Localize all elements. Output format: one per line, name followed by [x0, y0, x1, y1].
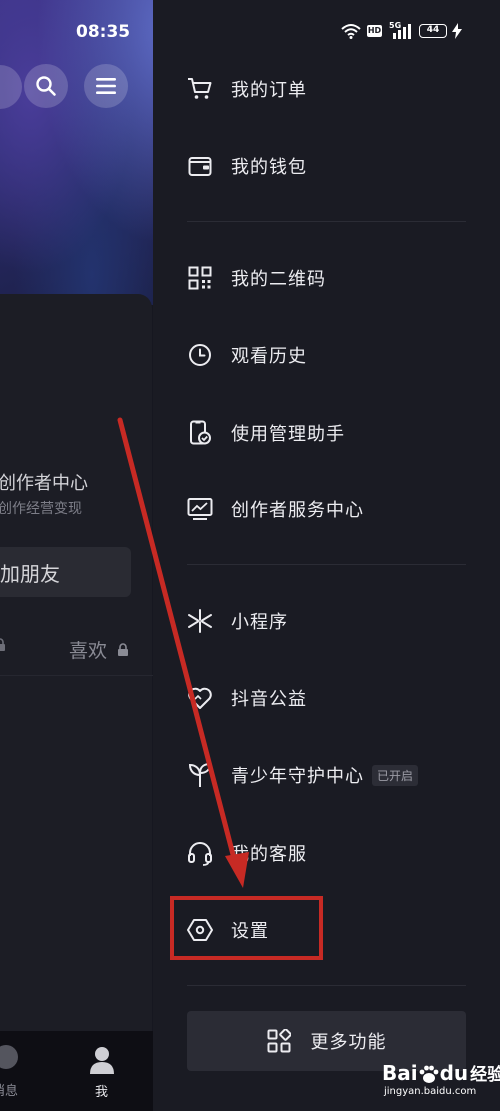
- menu-item-watch-history[interactable]: 观看历史: [186, 331, 476, 379]
- tabs-divider: [0, 675, 153, 676]
- menu-item-wallet[interactable]: 我的钱包: [186, 142, 476, 190]
- menu-item-label: 我的客服: [231, 844, 307, 865]
- apps-grid-icon: [267, 1029, 291, 1053]
- monitor-chart-icon: [186, 495, 214, 523]
- menu-item-creator-service-center[interactable]: 创作者服务中心: [186, 485, 476, 533]
- lock-icon-left: [0, 637, 6, 656]
- cart-icon: [186, 75, 214, 103]
- menu-item-label: 我的钱包: [231, 157, 307, 178]
- menu-divider: [187, 985, 466, 986]
- charging-icon: [452, 23, 462, 39]
- hamburger-menu-icon: [96, 78, 116, 94]
- mini-program-icon: [186, 607, 214, 635]
- battery-indicator: 44: [419, 24, 447, 38]
- menu-item-mini-programs[interactable]: 小程序: [186, 597, 476, 645]
- menu-item-usage-manager[interactable]: 使用管理助手: [186, 409, 476, 457]
- wallet-icon: [186, 152, 214, 180]
- lock-icon: [118, 643, 129, 656]
- watermark-brand: Bai: [382, 1061, 418, 1085]
- add-friend-button[interactable]: 加朋友: [0, 547, 131, 597]
- likes-tab[interactable]: 喜欢: [69, 636, 129, 663]
- more-features-label: 更多功能: [310, 1032, 387, 1053]
- watermark-url: jingyan.baidu.com: [384, 1086, 477, 1097]
- qr-code-icon: [186, 264, 214, 292]
- menu-divider: [187, 564, 466, 565]
- settings-highlight-box: [170, 896, 323, 960]
- status-badge: 已开启: [372, 764, 419, 786]
- likes-tab-label: 喜欢: [69, 640, 108, 662]
- bottom-navigation: 消息 我: [0, 1031, 153, 1111]
- battery-level: 44: [426, 25, 440, 35]
- status-bar: 08:35 HD 5G 44: [0, 0, 500, 62]
- status-time: 08:35: [76, 22, 131, 42]
- background-profile-page: 创作者中心 创作经营变现 加朋友 喜欢 消息 我: [0, 0, 153, 1111]
- headset-icon: [186, 839, 214, 867]
- search-icon: [36, 76, 56, 96]
- baidu-jingyan-watermark: Bai du 经验 jingyan.baidu.com: [382, 1054, 500, 1106]
- watermark-product: 经验: [470, 1065, 500, 1085]
- creator-center-title[interactable]: 创作者中心: [0, 469, 88, 495]
- profile-content-card: [0, 294, 152, 1054]
- menu-item-label: 小程序: [231, 612, 288, 633]
- add-friend-label: 加朋友: [0, 561, 60, 586]
- menu-item-orders[interactable]: 我的订单: [186, 65, 476, 113]
- wifi-icon: [341, 24, 361, 39]
- paw-icon: [418, 1065, 440, 1085]
- menu-divider: [187, 221, 466, 222]
- nav-messages-label[interactable]: 消息: [0, 1080, 18, 1099]
- heart-icon: [186, 684, 214, 712]
- menu-item-charity[interactable]: 抖音公益: [186, 674, 476, 722]
- menu-item-label: 我的二维码: [231, 269, 326, 290]
- menu-item-qr-code[interactable]: 我的二维码: [186, 254, 476, 302]
- phone-check-icon: [186, 419, 214, 447]
- clock-icon: [186, 341, 214, 369]
- menu-item-label: 使用管理助手: [231, 424, 345, 445]
- profile-nav-icon[interactable]: [88, 1045, 116, 1075]
- menu-item-customer-service[interactable]: 我的客服: [186, 829, 476, 877]
- menu-item-label: 观看历史: [231, 346, 307, 367]
- messages-nav-icon[interactable]: [0, 1045, 18, 1069]
- watermark-brand-suffix: du: [439, 1061, 469, 1085]
- search-button[interactable]: [24, 64, 68, 108]
- menu-item-youth-protection[interactable]: 青少年守护中心 已开启: [186, 751, 476, 799]
- sprout-icon: [186, 761, 214, 789]
- menu-item-label: 我的订单: [231, 80, 307, 101]
- menu-item-label: 青少年守护中心: [231, 766, 364, 787]
- menu-item-label: 抖音公益: [231, 689, 307, 710]
- menu-item-label: 创作者服务中心: [231, 500, 364, 521]
- nav-me-label[interactable]: 我: [95, 1081, 108, 1100]
- menu-button[interactable]: [84, 64, 128, 108]
- signal-icon: [393, 24, 411, 39]
- hd-badge: HD: [367, 25, 382, 37]
- creator-center-subtitle: 创作经营变现: [0, 501, 82, 517]
